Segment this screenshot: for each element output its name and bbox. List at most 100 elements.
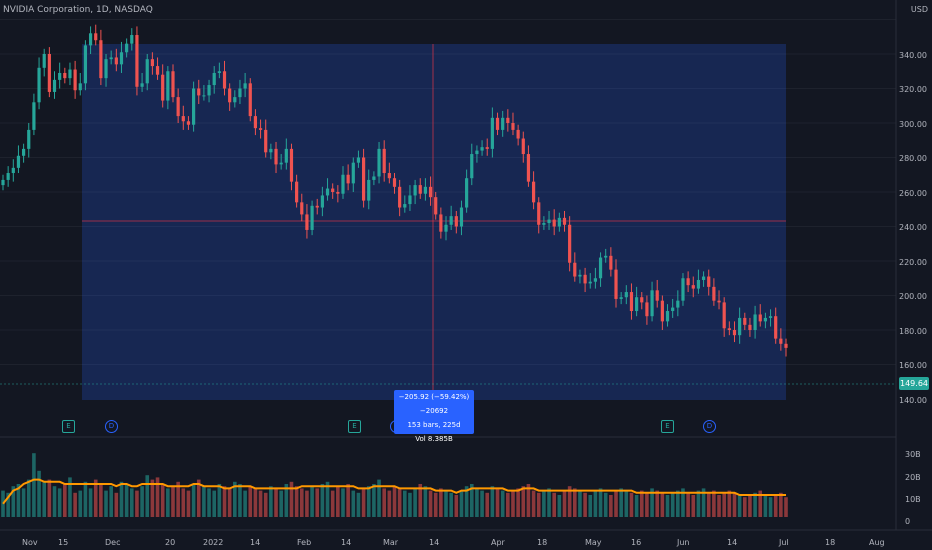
candle-body bbox=[140, 83, 144, 87]
time-tick: Mar bbox=[383, 538, 399, 547]
candle-body bbox=[166, 71, 170, 101]
candle-body bbox=[279, 162, 283, 165]
candle-body bbox=[351, 162, 355, 184]
volume-bar bbox=[423, 486, 428, 517]
candle-body bbox=[413, 185, 417, 196]
volume-bar bbox=[536, 492, 541, 517]
candle-body bbox=[47, 54, 51, 92]
volume-bar bbox=[655, 490, 660, 517]
candle-body bbox=[228, 88, 232, 103]
candle-body bbox=[573, 262, 577, 277]
volume-bar bbox=[665, 495, 670, 517]
candle-body bbox=[506, 117, 510, 123]
volume-bar bbox=[88, 488, 93, 517]
volume-bar bbox=[104, 490, 108, 517]
candle-body bbox=[207, 85, 211, 96]
volume-bar bbox=[78, 490, 83, 517]
candle-body bbox=[434, 197, 438, 215]
candle-body bbox=[681, 278, 685, 301]
volume-bar bbox=[619, 488, 623, 517]
volume-bar bbox=[330, 490, 335, 517]
dividend-event-icon[interactable]: D bbox=[105, 420, 118, 433]
volume-bar bbox=[346, 484, 350, 517]
candle-body bbox=[104, 59, 108, 79]
candle-body bbox=[676, 300, 680, 308]
volume-bar bbox=[572, 488, 577, 517]
volume-bar bbox=[119, 481, 124, 517]
candle-body bbox=[114, 57, 118, 65]
candle-body bbox=[774, 316, 778, 339]
volume-bar bbox=[624, 490, 629, 517]
volume-bar bbox=[722, 492, 726, 517]
earnings-event-icon[interactable]: E bbox=[661, 420, 674, 433]
candle-body bbox=[284, 148, 288, 163]
candle-body bbox=[665, 311, 670, 322]
chart-canvas[interactable] bbox=[0, 0, 932, 550]
volume-bar bbox=[356, 492, 361, 517]
earnings-event-icon[interactable]: E bbox=[348, 420, 361, 433]
volume-bar bbox=[124, 484, 129, 517]
candle-body bbox=[568, 224, 572, 263]
candle-body bbox=[403, 204, 407, 208]
last-price-tag: 149.64 bbox=[899, 377, 929, 390]
volume-bar bbox=[387, 490, 392, 517]
candle-body bbox=[449, 216, 453, 225]
time-tick: Apr bbox=[491, 538, 505, 547]
earnings-event-icon[interactable]: E bbox=[62, 420, 75, 433]
candle-body bbox=[619, 297, 623, 299]
candle-body bbox=[186, 121, 191, 125]
candle-body bbox=[398, 186, 402, 208]
volume-bar bbox=[129, 488, 134, 517]
time-tick: 16 bbox=[631, 538, 642, 547]
volume-bar bbox=[444, 490, 448, 517]
volume-bar bbox=[676, 490, 680, 517]
candle-body bbox=[485, 147, 489, 149]
volume-bar bbox=[686, 492, 690, 517]
volume-bar bbox=[263, 492, 268, 517]
volume-bar bbox=[289, 481, 294, 517]
time-tick: Feb bbox=[297, 538, 312, 547]
volume-bar bbox=[768, 497, 773, 517]
candle-body bbox=[73, 69, 77, 91]
candle-body bbox=[191, 88, 196, 125]
volume-bar bbox=[547, 488, 551, 517]
candle-body bbox=[392, 178, 397, 187]
volume-bar bbox=[351, 490, 356, 517]
volume-bar bbox=[578, 490, 582, 517]
candle-body bbox=[331, 188, 335, 192]
candle-body bbox=[88, 33, 93, 46]
volume-bar bbox=[160, 484, 165, 517]
price-tick: 340.00 bbox=[899, 51, 927, 60]
volume-bar bbox=[93, 479, 98, 517]
volume-bar bbox=[712, 490, 716, 517]
volume-bar bbox=[99, 484, 103, 517]
candle-body bbox=[372, 176, 376, 180]
price-tick: 180.00 bbox=[899, 327, 927, 336]
measure-box bbox=[82, 44, 786, 400]
volume-bar bbox=[382, 488, 386, 517]
candle-body bbox=[748, 324, 752, 330]
candle-body bbox=[63, 72, 67, 79]
volume-bar bbox=[706, 492, 711, 517]
candle-body bbox=[480, 147, 484, 151]
candle-body bbox=[356, 157, 361, 163]
candle-body bbox=[325, 188, 330, 196]
volume-bar bbox=[361, 488, 366, 517]
candle-body bbox=[635, 297, 639, 312]
candle-body bbox=[470, 154, 474, 179]
dividend-event-icon[interactable]: D bbox=[703, 420, 716, 433]
volume-bar bbox=[552, 492, 556, 517]
candle-body bbox=[609, 255, 613, 270]
candle-body bbox=[6, 173, 10, 180]
candle-body bbox=[264, 129, 268, 153]
volume-bar bbox=[408, 492, 412, 517]
candle-body bbox=[583, 274, 587, 284]
candle-body bbox=[305, 214, 309, 230]
candle-body bbox=[274, 148, 278, 165]
volume-bar bbox=[784, 497, 788, 517]
volume-bar bbox=[191, 484, 196, 517]
time-tick: Nov bbox=[22, 538, 38, 547]
time-tick: 18 bbox=[825, 538, 836, 547]
currency-label: USD bbox=[910, 5, 928, 14]
volume-bar bbox=[299, 488, 304, 517]
